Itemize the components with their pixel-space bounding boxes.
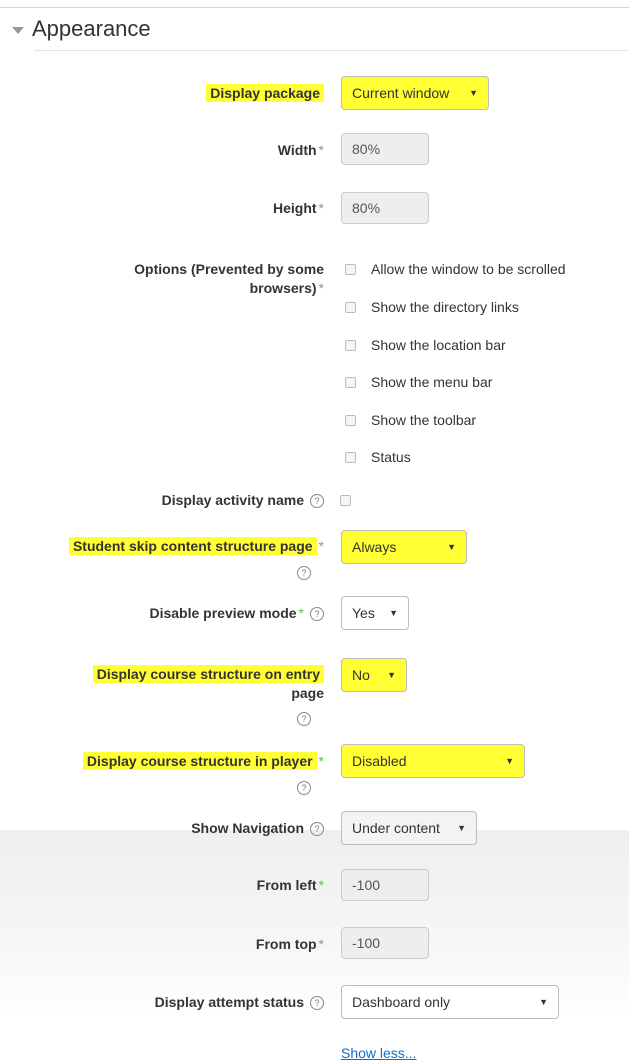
- height-label-text: Height: [272, 200, 317, 216]
- course-structure-entry-label-line2: page: [291, 685, 324, 701]
- help-icon[interactable]: ?: [297, 712, 311, 726]
- chevron-down-icon: ▼: [505, 756, 514, 766]
- from-left-label: From left *: [257, 876, 324, 895]
- display-package-select[interactable]: Current window ▼: [341, 76, 489, 110]
- top-divider: [0, 7, 629, 8]
- required-icon: *: [318, 936, 324, 952]
- options-label: Options (Prevented by some browsers) *: [134, 260, 324, 298]
- width-label-text: Width: [277, 142, 317, 158]
- course-structure-entry-select[interactable]: No ▼: [341, 658, 407, 692]
- option-label: Show the location bar: [371, 337, 506, 353]
- display-activity-name-label: Display activity name?: [162, 491, 324, 510]
- attempt-status-select[interactable]: Dashboard only ▼: [341, 985, 559, 1019]
- from-left-label-text: From left: [256, 877, 317, 893]
- student-skip-label: Student skip content structure page *: [68, 537, 324, 556]
- course-structure-entry-label-line1: Display course structure on entry: [92, 665, 324, 683]
- course-structure-player-value: Disabled: [352, 753, 407, 769]
- required-icon: *: [298, 605, 304, 621]
- width-label: Width *: [278, 141, 324, 160]
- checkbox[interactable]: [345, 301, 356, 313]
- checkbox[interactable]: [345, 376, 356, 388]
- option-label: Show the directory links: [371, 299, 519, 315]
- option-checkbox-row[interactable]: Show the directory links: [345, 297, 519, 317]
- disable-preview-value: Yes: [352, 605, 375, 621]
- chevron-down-icon: ▼: [447, 542, 456, 552]
- section-header-appearance[interactable]: Appearance: [12, 12, 151, 46]
- course-structure-entry-label: Display course structure on entry page: [92, 665, 324, 703]
- help-icon[interactable]: ?: [310, 607, 324, 621]
- option-label: Allow the window to be scrolled: [371, 261, 566, 277]
- chevron-down-icon: ▼: [539, 997, 548, 1007]
- help-icon[interactable]: ?: [310, 996, 324, 1010]
- display-package-label: Display package: [206, 84, 324, 103]
- chevron-down-icon: ▼: [469, 88, 478, 98]
- height-input[interactable]: 80%: [341, 192, 429, 224]
- help-icon[interactable]: ?: [297, 566, 311, 580]
- display-activity-name-checkbox[interactable]: [340, 494, 351, 506]
- from-top-label: From top *: [256, 935, 324, 954]
- show-navigation-label-text: Show Navigation: [191, 820, 304, 836]
- display-package-label-text: Display package: [206, 84, 324, 102]
- option-label: Status: [371, 449, 411, 465]
- show-navigation-label: Show Navigation?: [191, 819, 324, 838]
- option-checkbox-row[interactable]: Allow the window to be scrolled: [345, 259, 566, 279]
- disable-preview-label: Disable preview mode *?: [149, 604, 324, 623]
- help-icon[interactable]: ?: [297, 781, 311, 795]
- option-checkbox-row[interactable]: Show the toolbar: [345, 410, 476, 430]
- option-label: Show the menu bar: [371, 374, 493, 390]
- from-top-input[interactable]: -100: [341, 927, 429, 959]
- required-icon: *: [318, 753, 324, 769]
- disable-preview-select[interactable]: Yes ▼: [341, 596, 409, 630]
- from-top-label-text: From top: [255, 936, 317, 952]
- options-label-line2: browsers): [249, 280, 317, 296]
- help-icon[interactable]: ?: [310, 822, 324, 836]
- student-skip-label-text: Student skip content structure page: [68, 537, 317, 555]
- attempt-status-value: Dashboard only: [352, 994, 451, 1010]
- show-less-link[interactable]: Show less...: [341, 1045, 416, 1061]
- chevron-down-icon: ▼: [389, 608, 398, 618]
- checkbox[interactable]: [345, 263, 356, 275]
- chevron-down-icon: ▼: [387, 670, 396, 680]
- options-label-line1: Options (Prevented by some: [134, 261, 324, 277]
- section-divider: [34, 50, 629, 51]
- help-icon[interactable]: ?: [310, 494, 324, 508]
- required-icon: *: [318, 142, 324, 158]
- section-title: Appearance: [32, 16, 151, 41]
- display-activity-name-label-text: Display activity name: [161, 492, 304, 508]
- course-structure-player-label-text: Display course structure in player: [82, 752, 317, 770]
- option-checkbox-row[interactable]: Show the location bar: [345, 335, 506, 355]
- course-structure-player-select[interactable]: Disabled ▼: [341, 744, 525, 778]
- required-icon: *: [318, 200, 324, 216]
- chevron-down-icon: ▼: [457, 823, 466, 833]
- show-navigation-select[interactable]: Under content ▼: [341, 811, 477, 845]
- option-checkbox-row[interactable]: Status: [345, 447, 411, 467]
- height-label: Height *: [273, 199, 324, 218]
- option-checkbox-row[interactable]: Show the menu bar: [345, 372, 492, 392]
- course-structure-entry-value: No: [352, 667, 370, 683]
- show-navigation-value: Under content: [352, 820, 440, 836]
- disable-preview-label-text: Disable preview mode: [149, 605, 297, 621]
- student-skip-select[interactable]: Always ▼: [341, 530, 467, 564]
- display-package-value: Current window: [352, 85, 450, 101]
- width-input[interactable]: 80%: [341, 133, 429, 165]
- attempt-status-label: Display attempt status?: [155, 993, 324, 1012]
- collapse-triangle-icon[interactable]: [12, 26, 24, 34]
- course-structure-player-label: Display course structure in player *: [82, 752, 324, 771]
- required-icon: *: [318, 538, 324, 554]
- attempt-status-label-text: Display attempt status: [154, 994, 304, 1010]
- checkbox[interactable]: [345, 451, 356, 463]
- student-skip-value: Always: [352, 539, 397, 555]
- checkbox[interactable]: [345, 414, 356, 426]
- required-icon: *: [318, 877, 324, 893]
- display-activity-name-checkbox-row[interactable]: [340, 490, 366, 510]
- required-icon: *: [318, 280, 324, 296]
- checkbox[interactable]: [345, 339, 356, 351]
- from-left-input[interactable]: -100: [341, 869, 429, 901]
- option-label: Show the toolbar: [371, 412, 477, 428]
